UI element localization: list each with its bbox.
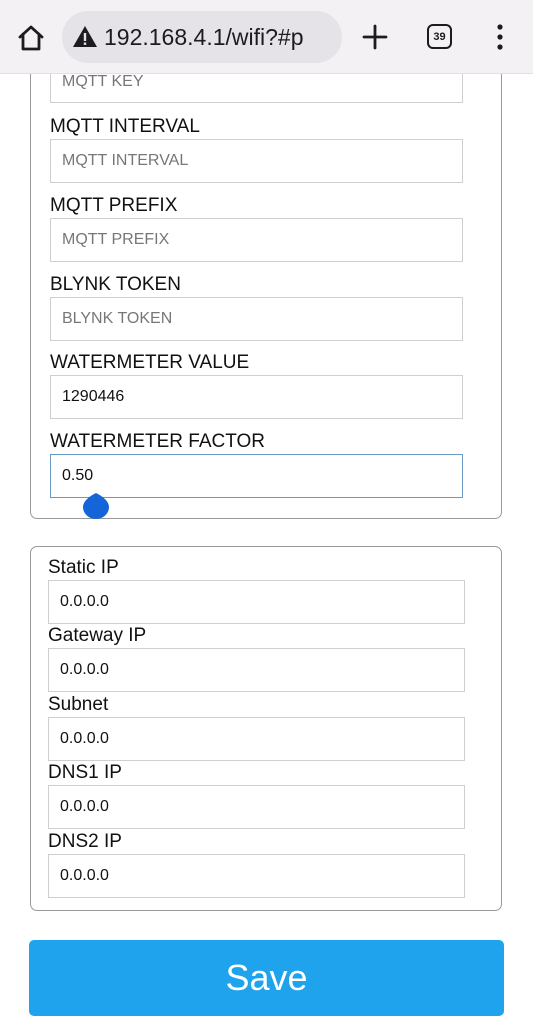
blynk-token-label: BLYNK TOKEN	[50, 274, 181, 295]
warning-icon[interactable]	[72, 24, 98, 50]
tab-switcher-icon[interactable]: 39	[427, 24, 452, 49]
dns1-ip-input[interactable]: 0.0.0.0	[48, 785, 465, 829]
text-selection-handle-icon[interactable]	[83, 487, 109, 519]
static-ip-label: Static IP	[48, 557, 119, 578]
save-button[interactable]: Save	[29, 940, 504, 1016]
watermeter-value-input[interactable]: 1290446	[50, 375, 463, 419]
new-tab-icon[interactable]	[360, 22, 390, 52]
menu-icon[interactable]	[492, 23, 508, 51]
watermeter-factor-label: WATERMETER FACTOR	[50, 431, 265, 452]
subnet-label: Subnet	[48, 694, 109, 715]
gateway-ip-input[interactable]: 0.0.0.0	[48, 648, 465, 692]
browser-toolbar: 192.168.4.1/wifi?#p 39	[0, 0, 533, 74]
mqtt-prefix-label: MQTT PREFIX	[50, 195, 178, 216]
static-ip-input[interactable]: 0.0.0.0	[48, 580, 465, 624]
dns1-ip-label: DNS1 IP	[48, 762, 122, 783]
gateway-ip-label: Gateway IP	[48, 625, 147, 646]
blynk-token-input[interactable]: BLYNK TOKEN	[50, 297, 463, 341]
dns2-ip-input[interactable]: 0.0.0.0	[48, 854, 465, 898]
watermeter-factor-input[interactable]: 0.50	[50, 454, 463, 498]
mqtt-interval-input[interactable]: MQTT INTERVAL	[50, 139, 463, 183]
watermeter-value-label: WATERMETER VALUE	[50, 352, 250, 373]
mqtt-interval-label: MQTT INTERVAL	[50, 116, 200, 137]
dns2-ip-label: DNS2 IP	[48, 831, 122, 852]
url-bar[interactable]: 192.168.4.1/wifi?#p	[62, 11, 342, 63]
url-text[interactable]: 192.168.4.1/wifi?#p	[104, 24, 304, 51]
mqtt-prefix-input[interactable]: MQTT PREFIX	[50, 218, 463, 262]
subnet-input[interactable]: 0.0.0.0	[48, 717, 465, 761]
home-icon[interactable]	[14, 21, 48, 55]
tab-count: 39	[433, 30, 446, 43]
